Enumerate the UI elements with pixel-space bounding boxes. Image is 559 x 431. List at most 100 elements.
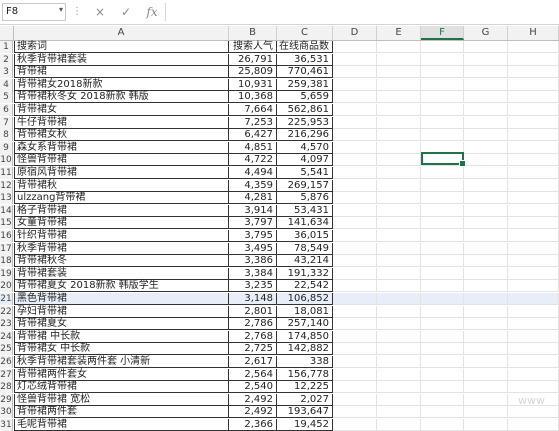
row-header[interactable]: 19	[0, 267, 13, 280]
cell-h[interactable]	[508, 330, 559, 343]
cell-a[interactable]: 原宿风背带裙	[14, 167, 229, 179]
cell-a[interactable]: 怪兽背带裙	[14, 154, 229, 167]
cell-g[interactable]	[464, 343, 508, 356]
cell-e[interactable]	[377, 267, 421, 280]
cell-d[interactable]	[333, 167, 377, 179]
cell-e[interactable]	[377, 280, 421, 293]
row-header[interactable]: 30	[0, 406, 13, 419]
cell-h[interactable]	[508, 192, 559, 205]
cell-a[interactable]: 背带裙秋冬女 2018新款 韩版	[14, 91, 229, 104]
row-header[interactable]: 21	[0, 293, 13, 305]
cell-e[interactable]	[377, 255, 421, 268]
cell-e[interactable]	[377, 393, 421, 406]
cell-g[interactable]	[464, 154, 508, 167]
row-header[interactable]: 31	[0, 419, 13, 431]
cell-g[interactable]	[464, 267, 508, 280]
cell-g[interactable]	[464, 293, 508, 305]
cell-f[interactable]	[421, 330, 464, 343]
cell-e[interactable]	[377, 192, 421, 205]
cell-d[interactable]	[333, 116, 377, 129]
cell-h[interactable]	[508, 267, 559, 280]
row-header[interactable]: 2	[0, 53, 13, 66]
cell-f[interactable]	[421, 104, 464, 116]
cell-d[interactable]	[333, 104, 377, 116]
cell-b[interactable]: 4,851	[229, 141, 277, 154]
cell-c[interactable]: 216,296	[277, 129, 333, 142]
cell-b[interactable]: 4,281	[229, 192, 277, 205]
cell-c[interactable]: 4,570	[277, 141, 333, 154]
cell-g[interactable]	[464, 179, 508, 192]
cell-b[interactable]: 2,366	[229, 419, 277, 431]
confirm-icon[interactable]: ✓	[117, 3, 135, 21]
cell-g[interactable]	[464, 381, 508, 394]
cell-d[interactable]	[333, 293, 377, 305]
cell-d[interactable]	[333, 204, 377, 217]
cell-d[interactable]	[333, 393, 377, 406]
cell-b[interactable]: 2,564	[229, 368, 277, 381]
column-header-b[interactable]: B	[229, 26, 277, 40]
row-header[interactable]: 7	[0, 116, 13, 129]
cell-g[interactable]	[464, 368, 508, 381]
cell-f[interactable]	[421, 381, 464, 394]
cell-d[interactable]	[333, 330, 377, 343]
cell-g[interactable]	[464, 280, 508, 293]
cell-b[interactable]: 搜索人气	[229, 41, 277, 53]
cell-c[interactable]: 338	[277, 356, 333, 368]
cell-d[interactable]	[333, 179, 377, 192]
cell-a[interactable]: 森女系背带裙	[14, 141, 229, 154]
cell-d[interactable]	[333, 91, 377, 104]
cell-b[interactable]: 2,492	[229, 393, 277, 406]
chevron-down-icon[interactable]: ▾	[59, 5, 63, 14]
cell-f[interactable]	[421, 267, 464, 280]
row-header[interactable]: 27	[0, 368, 13, 381]
cell-e[interactable]	[377, 318, 421, 331]
active-cell-f8[interactable]	[421, 152, 466, 167]
cell-h[interactable]	[508, 53, 559, 66]
cell-a[interactable]: 背带裙女	[14, 104, 229, 116]
cell-c[interactable]: 770,461	[277, 66, 333, 79]
cell-f[interactable]	[421, 393, 464, 406]
cell-e[interactable]	[377, 419, 421, 431]
cell-c[interactable]: 36,531	[277, 53, 333, 66]
cell-e[interactable]	[377, 343, 421, 356]
cell-a[interactable]: 毛呢背带裙	[14, 419, 229, 431]
cell-d[interactable]	[333, 41, 377, 53]
row-header[interactable]: 17	[0, 242, 13, 255]
cell-c[interactable]: 12,225	[277, 381, 333, 394]
row-header[interactable]: 3	[0, 66, 13, 79]
cell-g[interactable]	[464, 330, 508, 343]
cell-c[interactable]: 225,953	[277, 116, 333, 129]
cell-f[interactable]	[421, 368, 464, 381]
cell-a[interactable]: 背带裙夏女	[14, 318, 229, 331]
cell-f[interactable]	[421, 217, 464, 230]
cell-a[interactable]: 针织背带裙	[14, 230, 229, 242]
cell-b[interactable]: 3,384	[229, 267, 277, 280]
cell-e[interactable]	[377, 230, 421, 242]
cell-f[interactable]	[421, 242, 464, 255]
row-header[interactable]: 13	[0, 192, 13, 205]
row-header[interactable]: 18	[0, 255, 13, 268]
cell-e[interactable]	[377, 330, 421, 343]
row-header[interactable]: 25	[0, 343, 13, 356]
cell-c[interactable]: 53,431	[277, 204, 333, 217]
cell-a[interactable]: 背带裙秋	[14, 179, 229, 192]
insert-function-icon[interactable]: fx	[143, 3, 161, 21]
cell-e[interactable]	[377, 179, 421, 192]
cell-h[interactable]	[508, 356, 559, 368]
cell-f[interactable]	[421, 343, 464, 356]
cell-e[interactable]	[377, 116, 421, 129]
cell-e[interactable]	[377, 129, 421, 142]
cell-e[interactable]	[377, 104, 421, 116]
cell-a[interactable]: 搜索词	[14, 41, 229, 53]
cell-h[interactable]	[508, 230, 559, 242]
row-header[interactable]: 8	[0, 129, 13, 142]
cell-g[interactable]	[464, 217, 508, 230]
column-header-f[interactable]: F	[421, 26, 464, 40]
row-header[interactable]: 1	[0, 41, 13, 53]
row-header[interactable]: 6	[0, 104, 13, 116]
cell-e[interactable]	[377, 66, 421, 79]
cell-f[interactable]	[421, 116, 464, 129]
row-header[interactable]: 14	[0, 204, 13, 217]
cell-d[interactable]	[333, 192, 377, 205]
cell-f[interactable]	[421, 129, 464, 142]
